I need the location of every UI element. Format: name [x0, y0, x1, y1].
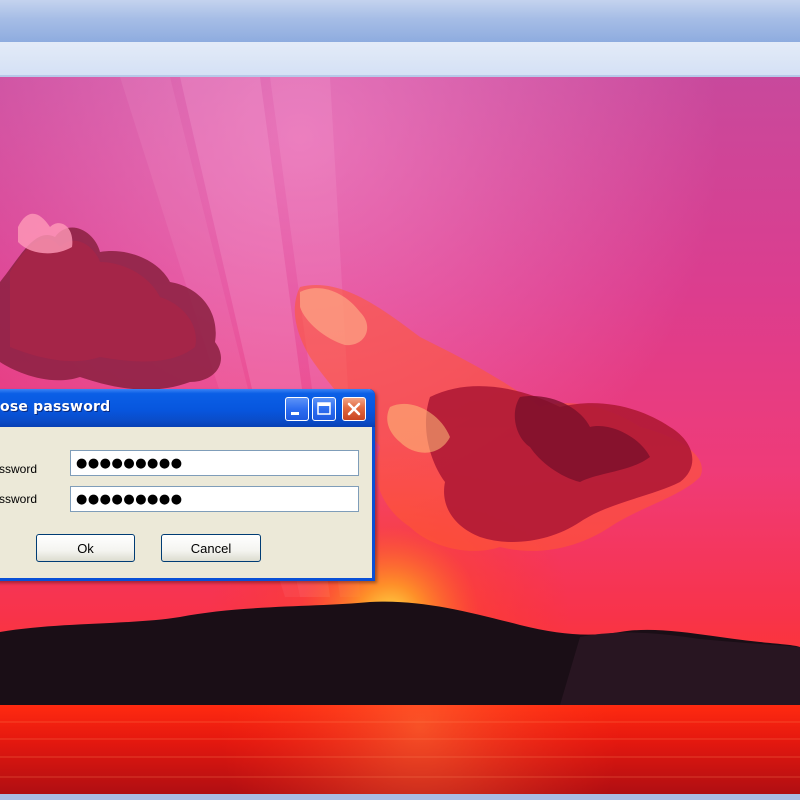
maximize-button[interactable] [312, 397, 336, 421]
ok-button[interactable]: Ok [36, 534, 135, 562]
dialog-titlebar[interactable]: ose password [0, 389, 375, 427]
close-button[interactable] [342, 397, 366, 421]
choose-password-dialog: ose password assword passwor [0, 389, 375, 581]
dialog-title: ose password [0, 399, 111, 415]
outer-window-toolbar [0, 42, 800, 77]
outer-window-titlebar[interactable] [0, 0, 800, 43]
desktop-screen: ose password assword passwor [0, 0, 800, 800]
confirm-password-input[interactable] [70, 486, 359, 512]
outer-window-bottom-border [0, 794, 800, 800]
cancel-button[interactable]: Cancel [161, 534, 261, 562]
password-label: assword [0, 462, 37, 476]
close-icon [347, 402, 361, 416]
minimize-icon [291, 412, 299, 415]
maximize-icon [317, 402, 331, 415]
confirm-password-label: password [0, 492, 37, 506]
minimize-button[interactable] [285, 397, 309, 421]
password-input[interactable] [70, 450, 359, 476]
